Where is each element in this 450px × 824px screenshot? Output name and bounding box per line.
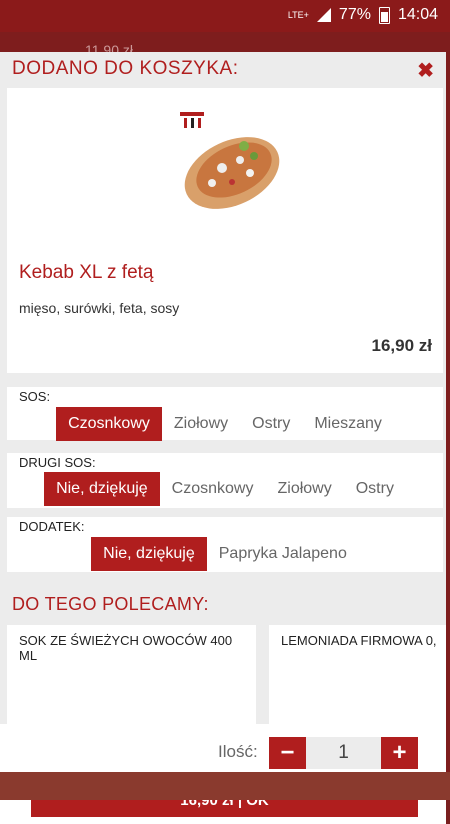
option-drugi-czosnkowy[interactable]: Czosnkowy	[160, 472, 266, 506]
dialog-title: DODANO DO KOSZYKA:	[12, 58, 239, 79]
product-description: mięso, surówki, feta, sosy	[19, 300, 180, 316]
product-card: Kebab XL z fetą mięso, surówki, feta, so…	[7, 88, 443, 373]
option-label: DODATEK:	[19, 519, 85, 534]
battery-icon	[378, 6, 390, 24]
quantity-input[interactable]: 1	[306, 737, 381, 769]
quantity-label: Ilość:	[218, 742, 258, 761]
status-bar: LTE+ 77% 14:04	[0, 0, 450, 32]
option-drugi-ostry[interactable]: Ostry	[344, 472, 406, 506]
option-group-drugi-sos: DRUGI SOS: Nie, dziękuję Czosnkowy Zioło…	[7, 453, 443, 508]
product-price: 16,90 zł	[371, 336, 433, 355]
option-group-dodatek: DODATEK: Nie, dziękuję Papryka Jalapeno	[7, 517, 443, 572]
plus-icon: +	[392, 739, 407, 766]
quantity-decrease-button[interactable]: −	[269, 737, 306, 769]
added-to-cart-dialog: DODANO DO KOSZYKA: ✖ Kebab XL z fetą mię…	[0, 52, 450, 824]
option-dodatek-jalapeno[interactable]: Papryka Jalapeno	[207, 537, 359, 571]
option-sos-mieszany[interactable]: Mieszany	[302, 407, 394, 441]
signal-icon	[316, 8, 331, 22]
minus-icon: −	[280, 739, 295, 766]
recommend-title: DO TEGO POLECAMY:	[12, 594, 209, 614]
close-icon[interactable]: ✖	[417, 58, 434, 83]
dialog-header: DODANO DO KOSZYKA: ✖	[0, 52, 446, 88]
product-image	[162, 98, 287, 223]
quantity-increase-button[interactable]: +	[381, 737, 418, 769]
battery-percent: 77%	[338, 6, 371, 23]
option-label: SOS:	[19, 389, 51, 404]
option-drugi-ziolowy[interactable]: Ziołowy	[265, 472, 343, 506]
option-sos-ziolowy[interactable]: Ziołowy	[162, 407, 240, 441]
option-sos-ostry[interactable]: Ostry	[240, 407, 302, 441]
option-drugi-nie[interactable]: Nie, dziękuję	[44, 472, 160, 506]
option-sos-czosnkowy[interactable]: Czosnkowy	[56, 407, 162, 441]
option-dodatek-nie[interactable]: Nie, dziękuję	[91, 537, 207, 571]
product-name: Kebab XL z fetą	[19, 262, 154, 283]
background-food-strip	[0, 772, 450, 800]
option-label: DRUGI SOS:	[19, 455, 96, 470]
network-type: LTE+	[287, 9, 309, 20]
option-group-sos: SOS: Czosnkowy Ziołowy Ostry Mieszany	[7, 387, 443, 441]
clock: 14:04	[397, 6, 438, 23]
